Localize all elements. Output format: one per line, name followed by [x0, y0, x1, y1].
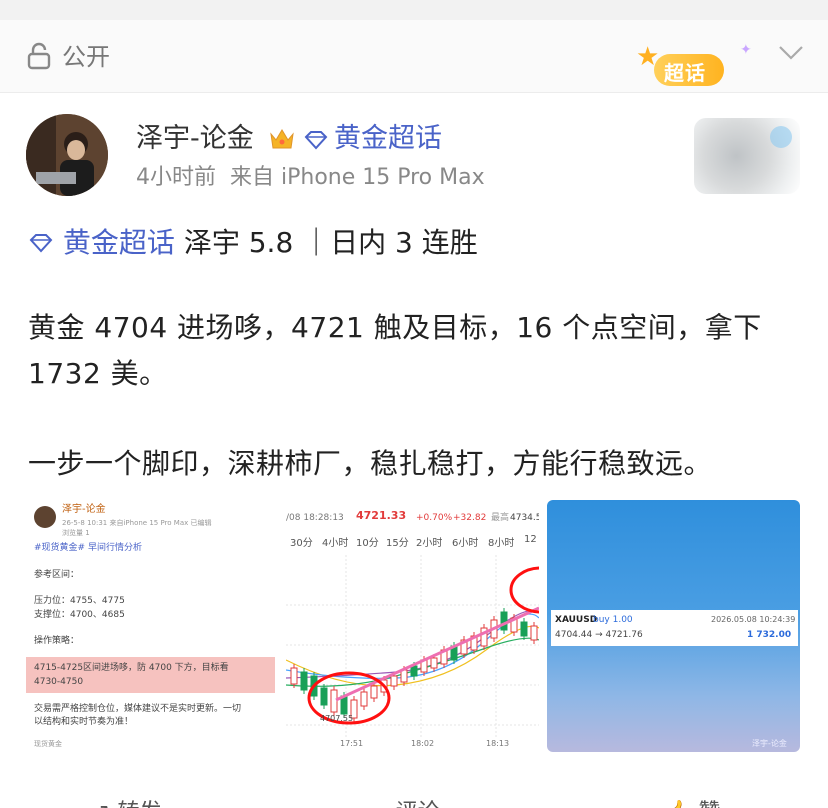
- x-tick: 17:51: [340, 739, 364, 748]
- img1-note: 交易需严格控制仓位，媒体建议不是实时更新。一切: [34, 704, 242, 714]
- candle-body: [390, 675, 398, 687]
- img1-ref-title: 参考区间：: [34, 570, 80, 580]
- trade-side: buy 1.00: [593, 615, 633, 625]
- trend-line: [335, 606, 539, 702]
- post-image-trade[interactable]: XAUUSD buy 1.00 2026.05.08 10:24:39 4704…: [547, 500, 800, 752]
- post-headline-line: 黄金超话 泽宇 5.8 ｜日内 3 连胜: [28, 225, 478, 261]
- candle-body: [520, 621, 528, 637]
- trade-card: XAUUSD buy 1.00 2026.05.08 10:24:39 4704…: [551, 610, 798, 646]
- forward-icon: ↗: [92, 800, 110, 808]
- comment-label: 评论: [396, 800, 440, 808]
- mini-avatar: [34, 506, 56, 528]
- img1-resistance: 压力位：4755、4775: [34, 596, 125, 606]
- img1-footer: 现货黄金: [34, 740, 62, 748]
- candle-body: [430, 657, 438, 669]
- forward-label: 转发: [117, 800, 161, 808]
- trade-symbol: XAUUSD: [555, 615, 598, 625]
- thumb-dot: [770, 126, 792, 148]
- lock-icon: [26, 42, 52, 74]
- like-button[interactable]: 👍 赞: [664, 794, 720, 808]
- img1-strategy-title: 操作策略：: [34, 636, 80, 646]
- candle-body: [370, 685, 378, 699]
- post-body-line-3: 一步一个脚印，深耕柿厂，稳扎稳打，方能行稳致远。: [28, 447, 713, 480]
- candle-body: [400, 669, 408, 683]
- trade-datetime: 2026.05.08 10:24:39: [711, 615, 796, 624]
- candle-body: [330, 689, 338, 713]
- chaohua-badge-text: 超话: [664, 61, 706, 85]
- chevron-down-icon[interactable]: [778, 44, 804, 66]
- img1-author: 泽宇-论金: [62, 504, 106, 515]
- post-body-line-1: 黄金 4704 进场哆，4721 触及目标，16 个点空间，拿下: [28, 311, 762, 344]
- watermark: 泽宇-论金: [752, 739, 787, 748]
- chart-grid: [286, 555, 539, 738]
- img1-strategy2: 4730-4750: [34, 677, 84, 687]
- post-image-analysis[interactable]: 泽宇-论金 26-5-8 10:31 来自iPhone 15 Pro Max 已…: [26, 500, 275, 752]
- x-tick: 18:02: [411, 739, 435, 748]
- visibility-label[interactable]: 公开: [62, 42, 110, 72]
- chaohua-badge[interactable]: ★ 超话 ✦: [636, 42, 752, 88]
- diamond-icon: [304, 130, 328, 154]
- post-body-line-2: 1732 美。: [28, 357, 168, 390]
- comment-icon: ▭: [368, 800, 389, 808]
- topic-tag-icon: [28, 226, 63, 259]
- weibo-post-page: 公开 ★ 超话 ✦ 泽宇-论金 黄金超话 4小时前 来自 iPhone 15 Pr…: [0, 0, 828, 808]
- sparkle-icon: ✦: [740, 42, 752, 58]
- candle-body: [360, 691, 368, 707]
- post-image-chart[interactable]: /08 18:28:13 4721.33 +0.70% +32.82 最高 47…: [286, 500, 539, 752]
- candle-body: [290, 667, 298, 685]
- candle-body: [320, 687, 328, 706]
- avatar[interactable]: [26, 114, 108, 196]
- img1-meta2: 浏览量 1: [62, 529, 90, 537]
- topic-tag-link[interactable]: 黄金超话: [63, 226, 175, 259]
- top-strip: [0, 0, 828, 20]
- topic-link[interactable]: 黄金超话: [334, 122, 442, 156]
- img1-note2: 以结构和实时节奏为准！: [34, 717, 134, 727]
- img1-strategy: 4715-4725区间进场哆，防 4700 下方，目标看: [34, 663, 229, 673]
- candle-body: [500, 611, 508, 631]
- like-label: 赞: [698, 800, 720, 808]
- author-name[interactable]: 泽宇-论金: [136, 122, 254, 156]
- forward-button[interactable]: ↗ 转发: [92, 794, 161, 808]
- trade-profit: 1 732.00: [747, 630, 792, 640]
- candle-body: [530, 625, 538, 641]
- candle-body: [410, 665, 418, 677]
- x-tick: 18:13: [486, 739, 510, 748]
- trade-prices: 4704.44 → 4721.76: [555, 630, 643, 640]
- post-time: 4小时前: [136, 165, 216, 190]
- img1-tags: #现货黄金# 早间行情分析: [34, 543, 142, 553]
- blurred-thumbnail: [694, 118, 800, 194]
- post-headline: 泽宇 5.8 ｜日内 3 连胜: [183, 226, 478, 259]
- candle-body: [300, 671, 308, 691]
- crown-icon: [268, 126, 296, 156]
- post-meta: 4小时前 来自 iPhone 15 Pro Max: [136, 164, 485, 192]
- img2-low-label: 4707.55: [320, 714, 354, 723]
- like-icon: 👍: [664, 800, 691, 808]
- comment-button[interactable]: ▭ 评论: [368, 794, 440, 808]
- post-source: 来自 iPhone 15 Pro Max: [230, 165, 485, 190]
- img1-support: 支撑位：4700、4685: [34, 610, 125, 620]
